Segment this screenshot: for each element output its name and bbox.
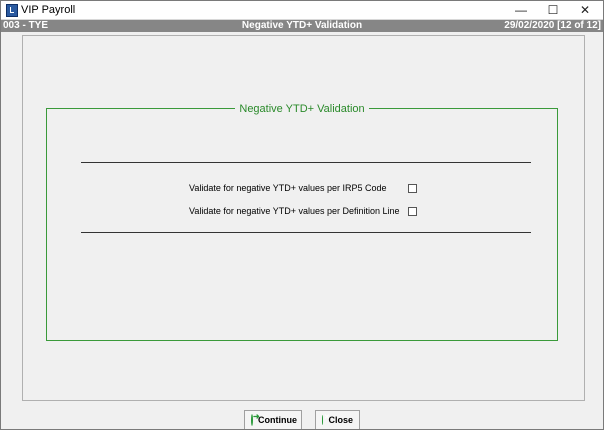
irp5-code-checkbox[interactable] <box>408 184 417 193</box>
divider-bottom <box>81 232 531 233</box>
period-indicator: 29/02/2020 [12 of 12] <box>504 20 601 31</box>
groupbox-title: Negative YTD+ Validation <box>47 101 557 115</box>
option-label-irp5: Validate for negative YTD+ values per IR… <box>189 183 387 193</box>
validation-groupbox: Negative YTD+ Validation <box>46 103 558 341</box>
close-window-button[interactable]: ✕ <box>569 1 601 19</box>
title-bar[interactable]: VIP Payroll — ☐ ✕ <box>1 1 603 20</box>
continue-button-label: Continue <box>258 415 297 425</box>
maximize-button[interactable]: ☐ <box>537 1 569 19</box>
minimize-button[interactable]: — <box>505 1 537 19</box>
groupbox-title-text: Negative YTD+ Validation <box>235 103 369 115</box>
window-title: VIP Payroll <box>21 4 76 16</box>
close-button[interactable]: Close <box>315 410 360 429</box>
close-button-label: Close <box>328 415 353 425</box>
app-icon <box>6 4 18 17</box>
continue-button[interactable]: Continue <box>244 410 302 429</box>
info-bar: 003 - TYE Negative YTD+ Validation 29/02… <box>1 20 603 32</box>
option-label-definition-line: Validate for negative YTD+ values per De… <box>189 206 400 216</box>
arrow-circle-right-icon <box>251 412 260 426</box>
divider-top <box>81 162 531 163</box>
close-circle-icon <box>322 413 334 425</box>
app-window: VIP Payroll — ☐ ✕ 003 - TYE Negative YTD… <box>0 0 604 430</box>
definition-line-checkbox[interactable] <box>408 207 417 216</box>
